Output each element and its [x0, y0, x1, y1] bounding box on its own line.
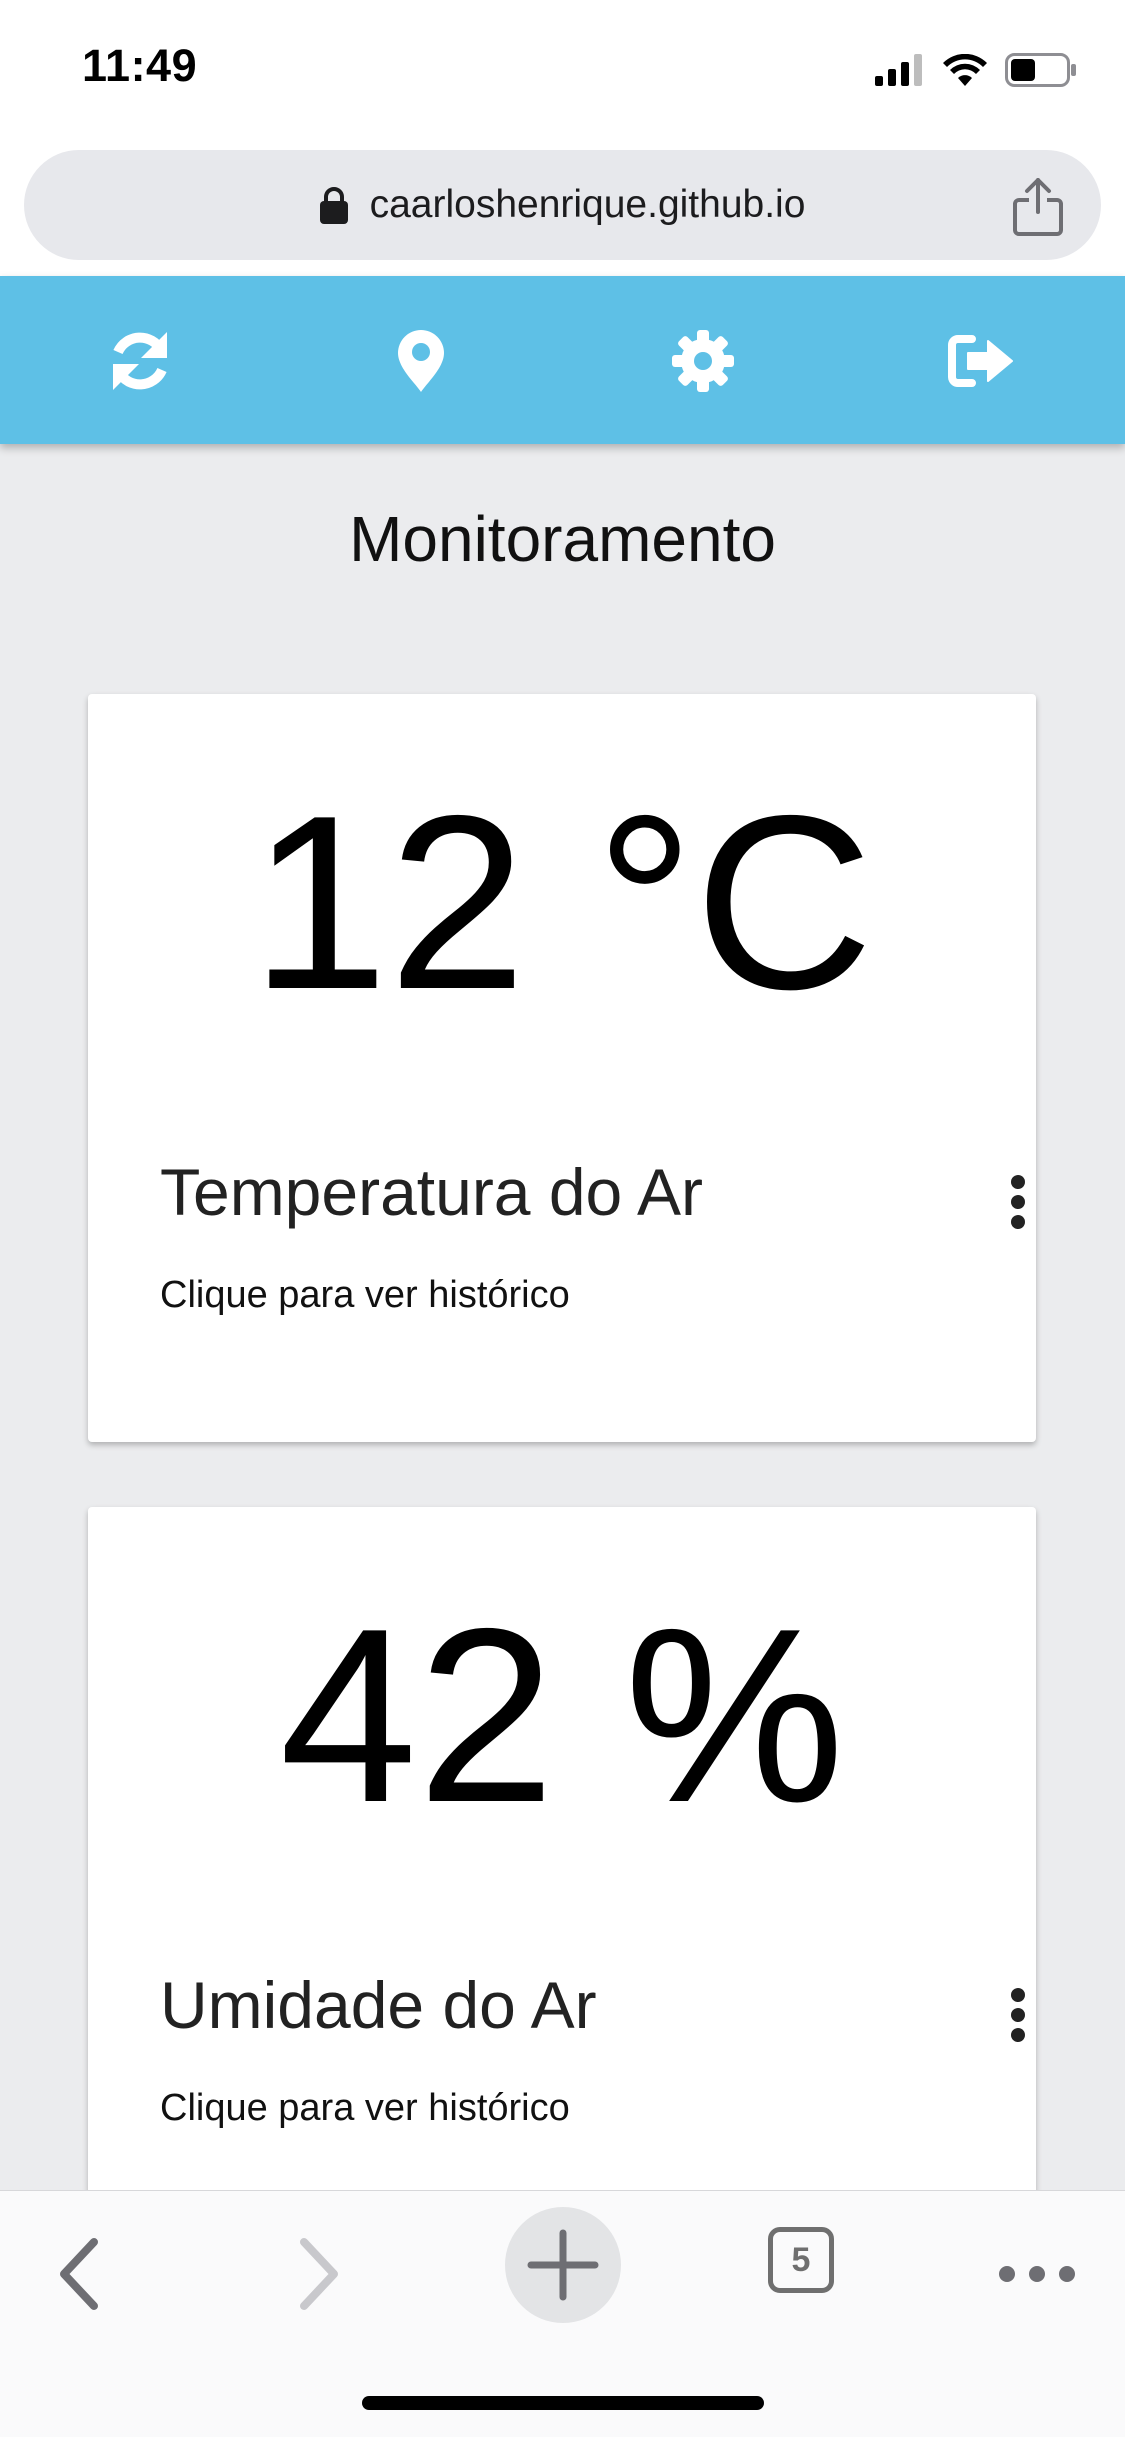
more-options-button[interactable] [982, 2229, 1092, 2319]
back-chevron-icon [60, 2238, 98, 2310]
tab-switcher-button[interactable]: 5 [768, 2227, 834, 2293]
temperature-history-link[interactable]: Clique para ver histórico [160, 1274, 570, 1317]
address-bar[interactable]: caarloshenrique.github.io [24, 150, 1101, 260]
back-button[interactable] [34, 2229, 124, 2319]
url-text: caarloshenrique.github.io [369, 183, 806, 226]
new-tab-button[interactable] [505, 2207, 621, 2323]
humidity-value: 42 % [279, 1576, 845, 1854]
temperature-menu-button[interactable] [988, 1162, 1048, 1242]
lock-icon [319, 187, 348, 224]
logout-button[interactable] [936, 316, 1026, 406]
battery-icon [1005, 53, 1076, 87]
temperature-card[interactable]: 12 °C Temperatura do Ar Clique para ver … [88, 694, 1036, 1442]
humidity-history-link[interactable]: Clique para ver histórico [160, 2087, 570, 2130]
humidity-menu-button[interactable] [988, 1975, 1048, 2055]
refresh-icon [113, 332, 167, 390]
share-icon[interactable] [1011, 178, 1065, 236]
wifi-icon [943, 54, 987, 86]
plus-icon [527, 2229, 599, 2301]
status-time: 11:49 [82, 40, 198, 91]
logout-icon [948, 335, 1013, 387]
forward-button[interactable] [274, 2229, 364, 2319]
humidity-card[interactable]: 42 % Umidade do Ar Clique para ver histó… [88, 1507, 1036, 2267]
cellular-signal-icon [875, 54, 922, 86]
home-indicator [362, 2396, 764, 2410]
temperature-value: 12 °C [250, 763, 874, 1041]
more-vertical-icon [1011, 1175, 1025, 1229]
url-area: caarloshenrique.github.io [0, 140, 1125, 276]
more-horizontal-icon [999, 2266, 1075, 2282]
location-pin-icon [398, 330, 444, 392]
settings-button[interactable] [658, 316, 748, 406]
location-button[interactable] [376, 316, 466, 406]
gear-icon [672, 330, 734, 392]
status-bar: 11:49 [0, 0, 1125, 140]
app-toolbar [0, 276, 1125, 444]
more-vertical-icon [1011, 1988, 1025, 2042]
status-icons [875, 50, 1077, 90]
forward-chevron-icon [300, 2238, 338, 2310]
page-title: Monitoramento [349, 503, 776, 575]
refresh-button[interactable] [95, 316, 185, 406]
temperature-label: Temperatura do Ar [160, 1155, 703, 1229]
humidity-label: Umidade do Ar [160, 1968, 597, 2042]
